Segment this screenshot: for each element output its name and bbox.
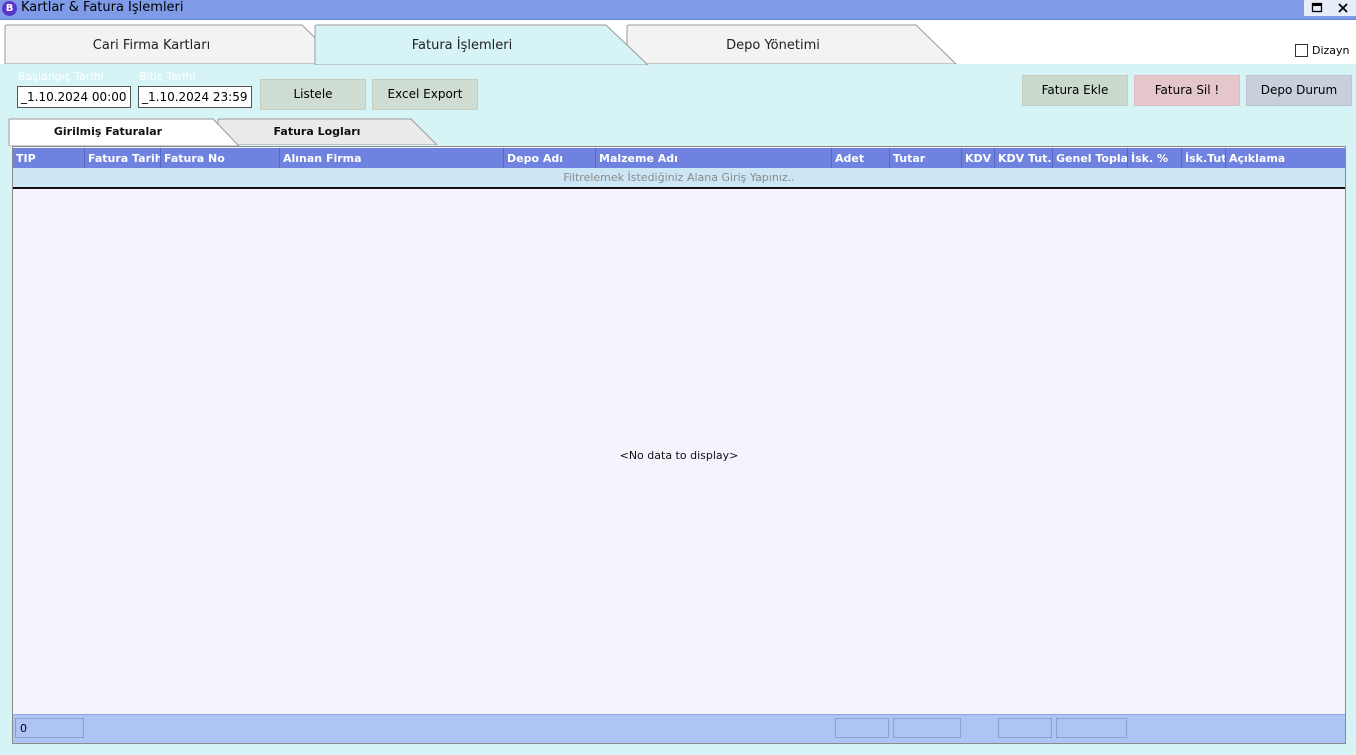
tab-label: Cari Firma Kartları bbox=[92, 38, 211, 53]
column-header-genel-toplam[interactable]: Genel Toplam bbox=[1053, 148, 1128, 168]
end-date-input[interactable]: _1.10.2024 23:59 bbox=[138, 86, 252, 108]
depot-status-button[interactable]: Depo Durum bbox=[1246, 75, 1352, 106]
tab-cari-firma-kartlari[interactable]: Cari Firma Kartları bbox=[4, 24, 344, 64]
dizayn-label: Dizayn bbox=[1312, 44, 1350, 57]
column-header-tip[interactable]: TIP bbox=[13, 148, 85, 168]
invoice-grid[interactable]: TIP Fatura Tarihi Fatura No Alınan Firma… bbox=[12, 146, 1346, 744]
column-header-kdv[interactable]: KDV bbox=[962, 148, 995, 168]
footer-summary-kdv-tut bbox=[998, 718, 1052, 738]
tab-label: Girilmiş Faturalar bbox=[53, 125, 163, 138]
column-header-aciklama[interactable]: Açıklama bbox=[1226, 148, 1345, 168]
tab-label: Depo Yönetimi bbox=[726, 38, 820, 53]
column-header-tutar[interactable]: Tutar bbox=[890, 148, 962, 168]
grid-footer: 0 bbox=[13, 714, 1345, 743]
close-icon[interactable] bbox=[1330, 0, 1356, 16]
end-date-label: Bitiş Tarihi bbox=[139, 70, 196, 83]
column-header-depo-adi[interactable]: Depo Adı bbox=[504, 148, 596, 168]
window-title: Kartlar & Fatura İşlemleri bbox=[21, 0, 184, 15]
grid-filter-row[interactable]: Filtrelemek İstediğiniz Alana Giriş Yapı… bbox=[13, 168, 1345, 189]
tab-label: Fatura Logları bbox=[273, 125, 361, 138]
tab-girilmis-faturalar[interactable]: Girilmiş Faturalar bbox=[8, 118, 240, 146]
add-invoice-button[interactable]: Fatura Ekle bbox=[1022, 75, 1128, 106]
column-header-adet[interactable]: Adet bbox=[832, 148, 890, 168]
column-header-kdv-tut[interactable]: KDV Tut. bbox=[995, 148, 1053, 168]
column-header-fatura-tarihi[interactable]: Fatura Tarihi bbox=[85, 148, 161, 168]
dizayn-checkbox[interactable] bbox=[1295, 44, 1308, 57]
tab-fatura-islemleri[interactable]: Fatura İşlemleri bbox=[314, 24, 650, 65]
start-date-input[interactable]: _1.10.2024 00:00 bbox=[17, 86, 131, 108]
app-logo-icon: B bbox=[2, 1, 17, 16]
main-tab-strip: Cari Firma Kartları Depo Yönetimi Fatura… bbox=[0, 20, 1356, 65]
title-bar: B Kartlar & Fatura İşlemleri bbox=[0, 0, 1356, 20]
tab-depo-yonetimi[interactable]: Depo Yönetimi bbox=[626, 24, 958, 64]
footer-summary-genel-toplam bbox=[1056, 718, 1127, 738]
list-button[interactable]: Listele bbox=[260, 79, 366, 110]
tab-fatura-loglari[interactable]: Fatura Logları bbox=[217, 118, 439, 145]
window-controls bbox=[1304, 0, 1356, 16]
column-header-isk-yuzde[interactable]: İsk. % bbox=[1128, 148, 1182, 168]
delete-invoice-button[interactable]: Fatura Sil ! bbox=[1134, 75, 1240, 106]
start-date-label: Başlangıç Tarihi bbox=[18, 70, 104, 83]
empty-grid-message: <No data to display> bbox=[619, 449, 739, 462]
column-header-malzeme-adi[interactable]: Malzeme Adı bbox=[596, 148, 832, 168]
maximize-icon[interactable] bbox=[1304, 0, 1330, 16]
footer-count: 0 bbox=[15, 718, 84, 738]
footer-summary-tutar bbox=[893, 718, 961, 738]
excel-export-button[interactable]: Excel Export bbox=[372, 79, 478, 110]
column-header-fatura-no[interactable]: Fatura No bbox=[161, 148, 280, 168]
tab-label: Fatura İşlemleri bbox=[411, 38, 513, 53]
column-header-alinan-firma[interactable]: Alınan Firma bbox=[280, 148, 504, 168]
column-header-isk-tutar[interactable]: İsk.Tutar bbox=[1182, 148, 1226, 168]
footer-summary-adet bbox=[835, 718, 889, 738]
grid-header-row: TIP Fatura Tarihi Fatura No Alınan Firma… bbox=[13, 148, 1345, 168]
